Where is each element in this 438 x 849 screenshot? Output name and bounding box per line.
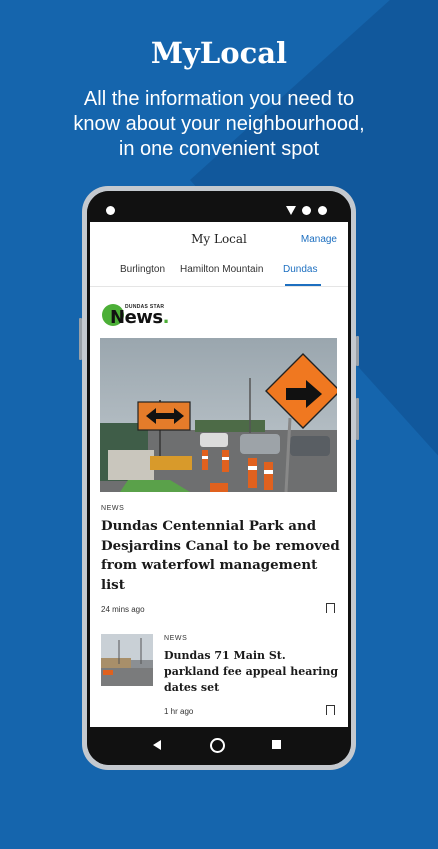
promo-subtitle-line: All the information you need to <box>83 88 355 110</box>
wifi-icon <box>286 206 296 215</box>
article-headline[interactable]: Dundas Centennial Park and Desjardins Ca… <box>101 517 341 595</box>
tab-burlington[interactable]: Burlington <box>120 264 165 275</box>
camera-icon <box>106 206 115 215</box>
article-hero-image[interactable] <box>100 338 337 492</box>
article-kicker: NEWS <box>164 635 188 642</box>
phone-side-button <box>356 398 359 440</box>
promo-title: MyLocal <box>150 36 288 70</box>
road-construction-signs-photo <box>100 338 337 492</box>
back-icon[interactable] <box>153 740 161 750</box>
tab-dundas[interactable]: Dundas <box>283 264 317 275</box>
logo-brand-text: News <box>110 307 163 328</box>
app-header: My Local Manage <box>90 222 348 252</box>
logo-brand: News. <box>110 307 169 328</box>
promo-subtitle-line: in one convenient spot <box>118 138 320 160</box>
app-screen: My Local Manage Burlington Hamilton Moun… <box>90 222 348 727</box>
promo-subtitle-line: know about your neighbourhood, <box>73 113 365 135</box>
dundas-star-news-logo: DUNDAS STAR News. <box>102 300 182 330</box>
article-timestamp: 1 hr ago <box>164 707 194 716</box>
battery-icon <box>318 206 327 215</box>
phone-body: My Local Manage Burlington Hamilton Moun… <box>87 191 351 765</box>
status-bar <box>87 191 351 217</box>
tab-hamilton-mountain[interactable]: Hamilton Mountain <box>180 264 263 275</box>
bookmark-icon[interactable] <box>326 603 335 616</box>
manage-button[interactable]: Manage <box>301 234 337 245</box>
phone-frame: My Local Manage Burlington Hamilton Moun… <box>79 186 359 770</box>
community-tabs: Burlington Hamilton Mountain Dundas <box>90 258 348 287</box>
construction-site-thumbnail <box>101 634 153 686</box>
article-headline[interactable]: Dundas 71 Main St. parkland fee appeal h… <box>164 648 344 696</box>
bookmark-icon[interactable] <box>326 705 335 718</box>
active-tab-indicator <box>285 284 321 286</box>
navigation-bar <box>87 727 351 765</box>
logo-brand-dot: . <box>162 307 170 328</box>
signal-icon <box>302 206 311 215</box>
home-icon[interactable] <box>210 738 225 753</box>
promo-subtitle: All the information you need to know abo… <box>0 87 438 162</box>
article-kicker: NEWS <box>101 505 125 512</box>
article-timestamp: 24 mins ago <box>101 605 145 614</box>
phone-side-button <box>79 318 82 360</box>
recents-icon[interactable] <box>272 740 281 749</box>
phone-side-button <box>356 336 359 366</box>
article-thumbnail[interactable] <box>101 634 153 686</box>
